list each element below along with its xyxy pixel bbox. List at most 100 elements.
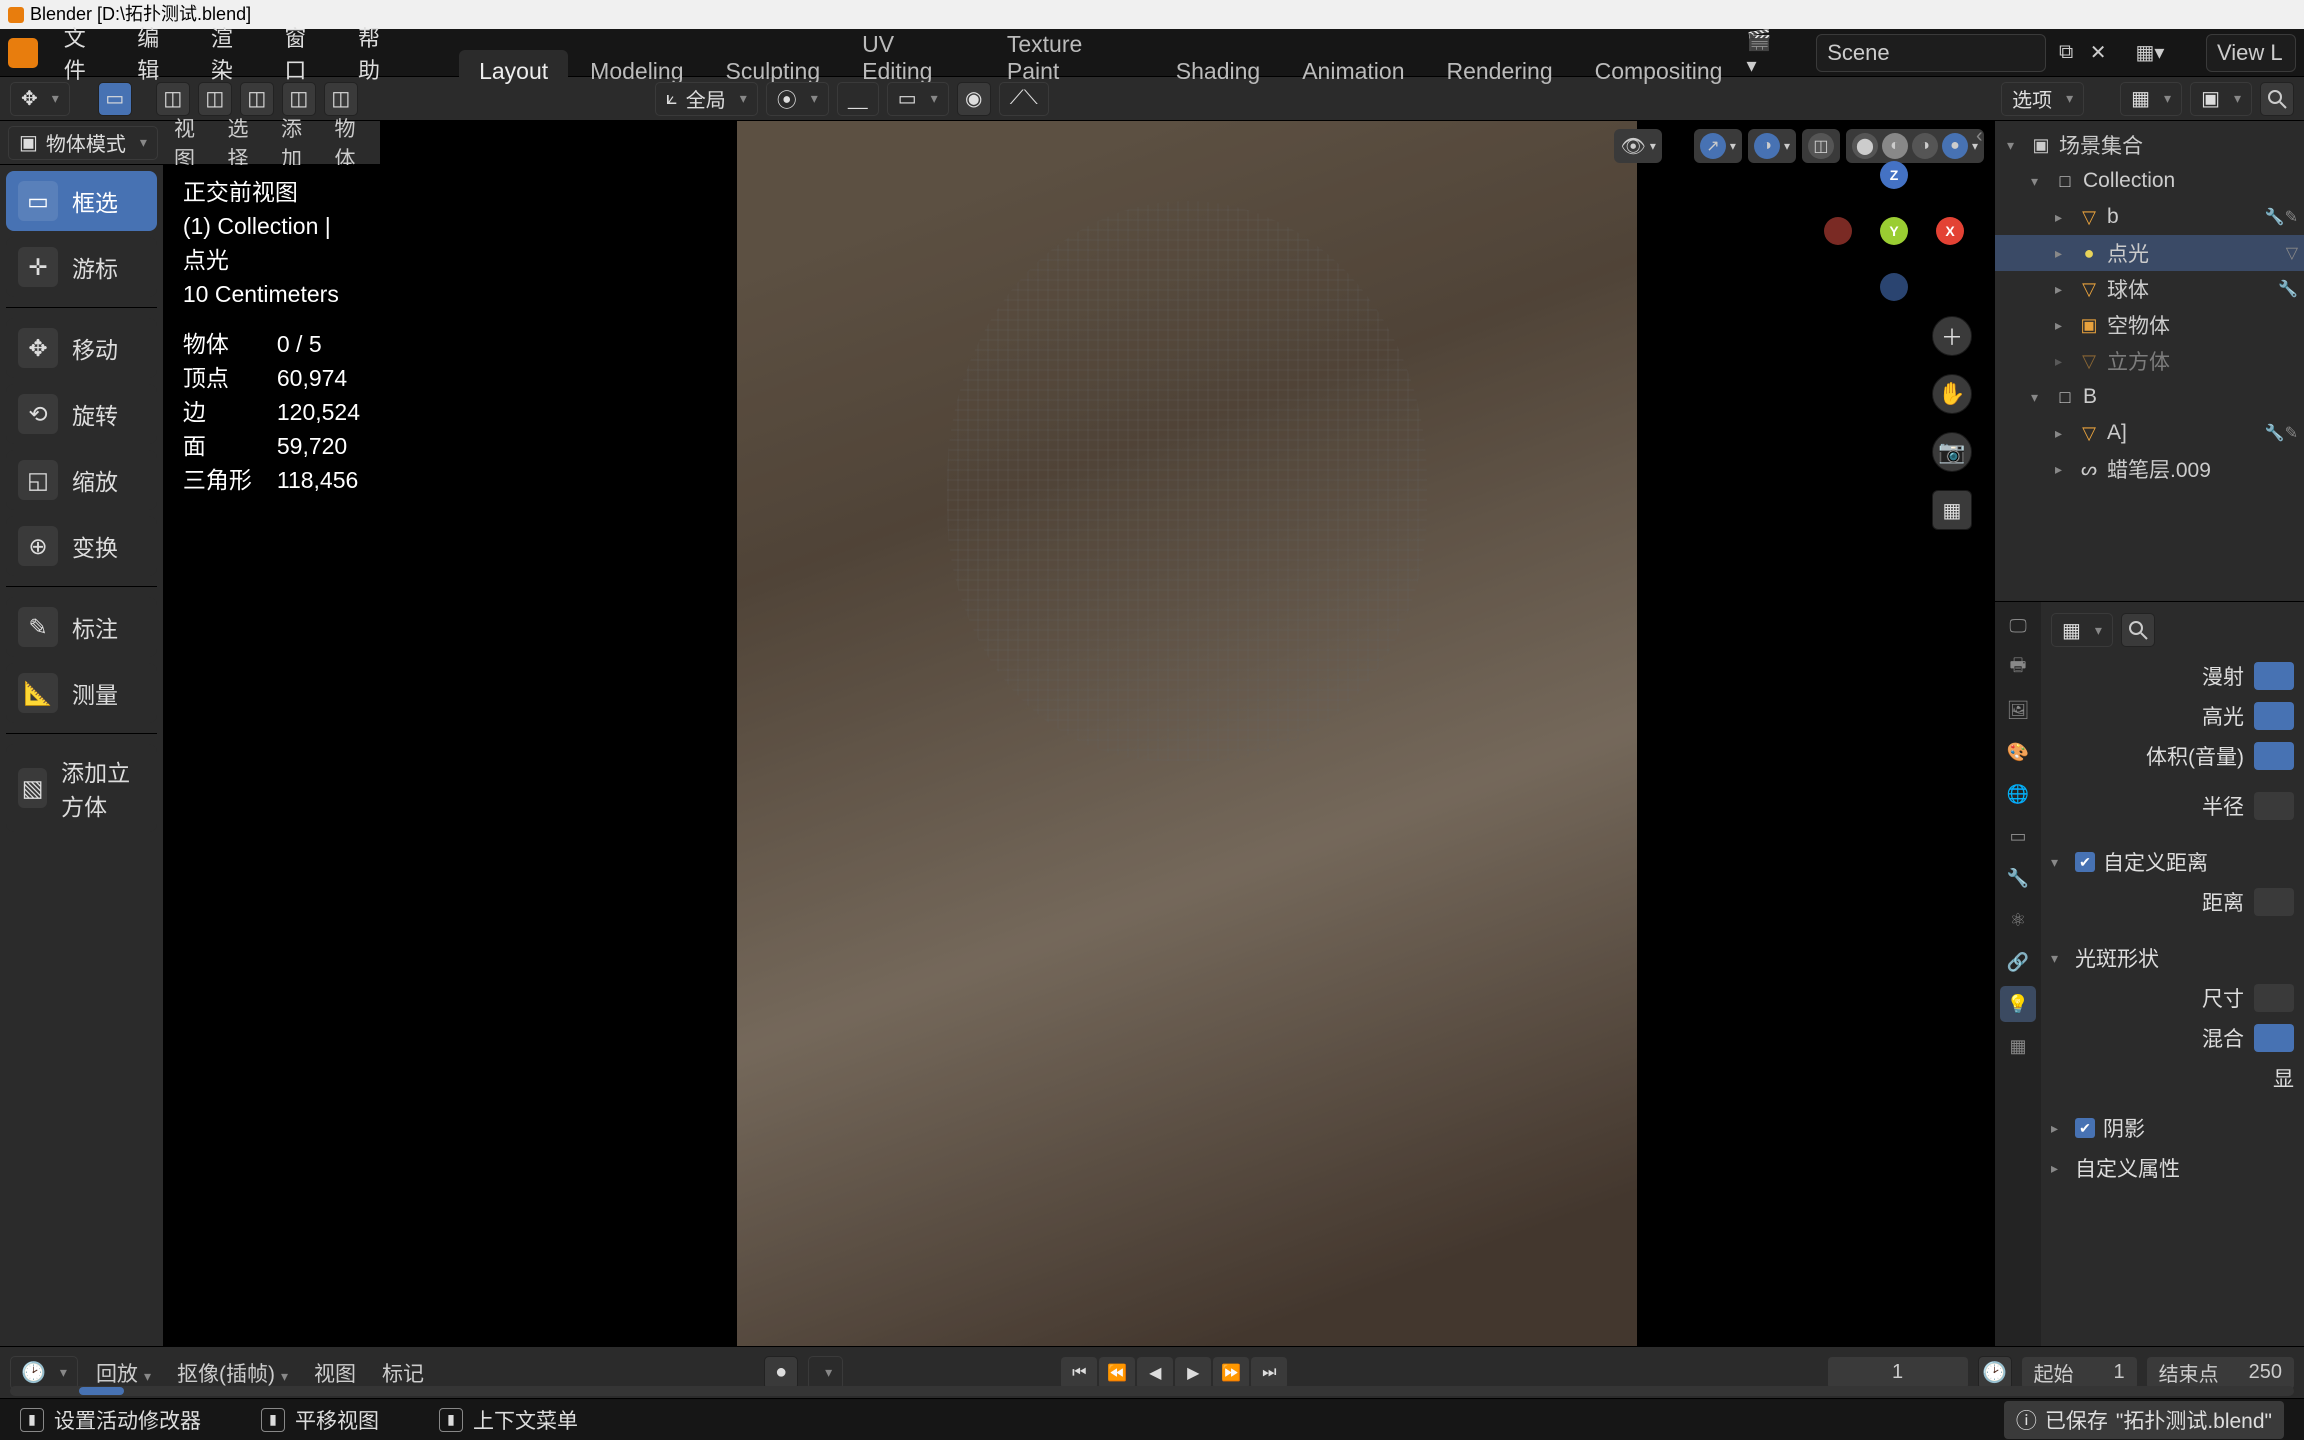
tool-cursor[interactable]: ✛游标 — [6, 237, 157, 297]
scene-name-field[interactable]: Scene — [1816, 34, 2046, 72]
tool-scale[interactable]: ◱缩放 — [6, 450, 157, 510]
ptab-render[interactable]: 🖵 — [2000, 608, 2036, 644]
ptab-scene[interactable]: 🎨 — [2000, 734, 2036, 770]
ptab-texture[interactable]: ▦ — [2000, 1028, 2036, 1064]
timeline-marker[interactable]: 标记 — [374, 1356, 432, 1390]
keyframe-next[interactable]: ⏩ — [1213, 1357, 1249, 1389]
ptab-physics[interactable]: ⚛ — [2000, 902, 2036, 938]
timeline-playback[interactable]: 回放 — [88, 1356, 159, 1390]
tool-rotate[interactable]: ⟲旋转 — [6, 384, 157, 444]
current-frame[interactable]: 1 — [1828, 1357, 1968, 1389]
sect-shadow[interactable]: ▸✔阴影 — [2051, 1108, 2294, 1148]
workspace-tab-layout[interactable]: Layout — [459, 50, 568, 93]
ptab-constraint[interactable]: 🔗 — [2000, 944, 2036, 980]
nav-gizmo[interactable]: Z X Y — [1834, 171, 1954, 291]
viewlayer-field[interactable]: View L — [2206, 34, 2296, 72]
jump-start[interactable]: ⏮ — [1061, 1357, 1097, 1389]
outliner-item-点光[interactable]: ▸●点光▽ — [1995, 235, 2304, 271]
sect-spot[interactable]: ▾光斑形状 — [2051, 938, 2294, 978]
outliner-panel[interactable]: ▾ ▣ 场景集合 ▾□Collection▸▽b🔧✎▸●点光▽▸▽球体🔧▸▣空物… — [1995, 121, 2304, 601]
3d-viewport[interactable]: 👁▾ ↗▾ ◑▾ ◫ ⬤◐◑●▾ Z X Y ＋ ✋ 📷 ▦ ‹ — [380, 121, 1994, 1346]
zoom-icon[interactable]: ＋ — [1932, 316, 1972, 356]
gizmo-y-axis[interactable]: Y — [1880, 217, 1908, 245]
pan-icon[interactable]: ✋ — [1932, 374, 1972, 414]
editor-type-dropdown[interactable]: ▦ — [2120, 82, 2182, 116]
prop-edit-curve[interactable]: ⟋⟍ — [999, 82, 1049, 116]
jump-end[interactable]: ⏭ — [1251, 1357, 1287, 1389]
keyframe-prev[interactable]: ⏪ — [1099, 1357, 1135, 1389]
workspace-tab-compositing[interactable]: Compositing — [1575, 50, 1743, 93]
xray-toggle[interactable]: ◫ — [1802, 129, 1840, 163]
camera-icon[interactable]: 📷 — [1932, 432, 1972, 472]
pivot-dropdown[interactable]: ⦿ — [766, 82, 829, 116]
gizmo-x-axis[interactable]: X — [1936, 217, 1964, 245]
timeline-view[interactable]: 视图 — [306, 1356, 364, 1390]
timeline-editor-type[interactable]: 🕑 — [10, 1356, 78, 1390]
prop-edit-toggle[interactable]: ◉ — [957, 82, 991, 116]
sect-custom-dist[interactable]: ▾✔自定义距离 — [2051, 842, 2294, 882]
outliner-search[interactable] — [2260, 82, 2294, 116]
outliner-item-球体[interactable]: ▸▽球体🔧 — [1995, 271, 2304, 307]
orientation-dropdown[interactable]: ⟀ 全局 — [655, 82, 758, 116]
snap-toggle[interactable]: ⸏ — [837, 82, 879, 116]
gizmo-neg-z[interactable] — [1880, 273, 1908, 301]
overlay-toggle[interactable]: ◑▾ — [1748, 129, 1796, 163]
volume-value[interactable] — [2254, 742, 2294, 770]
object-visibility-dropdown[interactable]: 👁▾ — [1614, 129, 1661, 163]
end-frame[interactable]: 结束点250 — [2147, 1357, 2294, 1389]
outliner-item-b[interactable]: ▸▽b🔧✎ — [1995, 199, 2304, 235]
tool-transform[interactable]: ⊕变换 — [6, 516, 157, 576]
specular-value[interactable] — [2254, 702, 2294, 730]
select-mode-tweak[interactable]: ▭ — [98, 82, 132, 116]
size-value[interactable] — [2254, 984, 2294, 1012]
diffuse-value[interactable] — [2254, 662, 2294, 690]
ptab-viewlayer[interactable]: 🖼 — [2000, 692, 2036, 728]
menu-render[interactable]: 渲染 — [197, 17, 269, 89]
autokey-toggle[interactable]: ● — [764, 1356, 798, 1390]
outliner-root[interactable]: ▾ ▣ 场景集合 — [1995, 127, 2304, 163]
ptab-output[interactable]: 🖶 — [2000, 650, 2036, 686]
viewlayer-browser-icon[interactable]: ▦▾ — [2136, 39, 2164, 67]
workspace-tab-animation[interactable]: Animation — [1282, 50, 1424, 93]
active-tool-dropdown[interactable]: ✥ — [10, 82, 70, 116]
distance-value[interactable] — [2254, 888, 2294, 916]
menu-help[interactable]: 帮助 — [344, 17, 416, 89]
outliner-item-B[interactable]: ▾□B — [1995, 379, 2304, 415]
n-panel-toggle[interactable]: ‹ — [1976, 125, 1990, 155]
snap-dropdown[interactable]: ▭ — [887, 82, 949, 116]
mode-selector[interactable]: ▣ 物体模式 — [8, 126, 158, 160]
scene-browser-icon[interactable]: 🎬▾ — [1746, 39, 1774, 67]
persp-ortho-icon[interactable]: ▦ — [1932, 490, 1972, 530]
tool-add-cube[interactable]: ▧添加立方体 — [6, 744, 157, 832]
menu-edit[interactable]: 编辑 — [123, 17, 195, 89]
workspace-tab-shading[interactable]: Shading — [1156, 50, 1280, 93]
outliner-item-Collection[interactable]: ▾□Collection — [1995, 163, 2304, 199]
play-forward[interactable]: ▶ — [1175, 1357, 1211, 1389]
frame-range-lock[interactable]: 🕑 — [1978, 1356, 2012, 1390]
gizmo-neg-x[interactable] — [1824, 217, 1852, 245]
shading-modes[interactable]: ⬤◐◑●▾ — [1846, 129, 1984, 163]
gizmo-z-axis[interactable]: Z — [1880, 161, 1908, 189]
props-search[interactable] — [2121, 613, 2155, 647]
menu-window[interactable]: 窗口 — [270, 17, 342, 89]
autokey-mode[interactable] — [808, 1356, 843, 1390]
timeline-keying[interactable]: 抠像(插帧) — [169, 1356, 296, 1390]
timeline-panel[interactable]: 🕑 回放 抠像(插帧) 视图 标记 ● ⏮ ⏪ ◀ ▶ ⏩ ⏭ 1 🕑 起始1 … — [0, 1346, 2304, 1398]
tool-move[interactable]: ✥移动 — [6, 318, 157, 378]
tool-measure[interactable]: 📐测量 — [6, 663, 157, 723]
ptab-object[interactable]: ▭ — [2000, 818, 2036, 854]
outliner-item-立方体[interactable]: ▸▽立方体 — [1995, 343, 2304, 379]
timeline-scrollbar[interactable] — [10, 1386, 2294, 1396]
outliner-item-空物体[interactable]: ▸▣空物体 — [1995, 307, 2304, 343]
tool-annotate[interactable]: ✎标注 — [6, 597, 157, 657]
ptab-world[interactable]: 🌐 — [2000, 776, 2036, 812]
new-scene-icon[interactable]: ⧉ — [2052, 39, 2080, 67]
start-frame[interactable]: 起始1 — [2022, 1357, 2137, 1389]
gizmo-toggle[interactable]: ↗▾ — [1694, 129, 1742, 163]
outliner-item-A][interactable]: ▸▽A]🔧✎ — [1995, 415, 2304, 451]
menu-file[interactable]: 文件 — [50, 17, 122, 89]
blender-logo[interactable] — [8, 38, 38, 68]
ptab-data-light[interactable]: 💡 — [2000, 986, 2036, 1022]
display-mode-dropdown[interactable]: ▣ — [2190, 82, 2252, 116]
tool-box-select[interactable]: ▭框选 — [6, 171, 157, 231]
